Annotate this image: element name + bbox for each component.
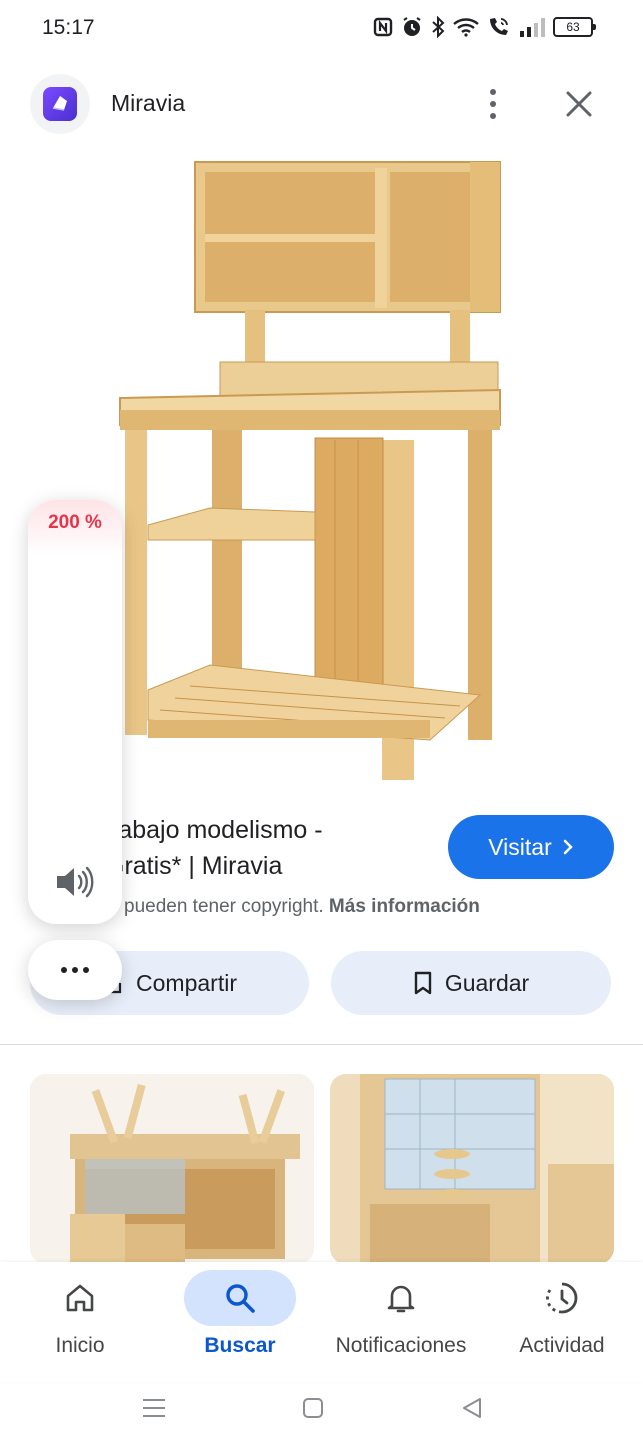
copyright-notice: pueden tener copyright. Más información <box>124 896 480 918</box>
result-title-line1: rabajo modelismo - <box>110 816 323 844</box>
bookmark-icon <box>414 971 432 995</box>
related-image-1[interactable] <box>30 1074 314 1264</box>
more-horiz-icon <box>61 967 67 973</box>
nfc-icon <box>373 17 393 37</box>
nav-item-notificaciones[interactable]: Notificaciones <box>321 1262 481 1382</box>
bluetooth-icon <box>431 16 445 38</box>
volume-more-button[interactable] <box>28 940 122 1000</box>
save-label: Guardar <box>444 969 530 996</box>
copyright-text: pueden tener copyright. <box>124 896 324 917</box>
miravia-logo-icon[interactable] <box>30 74 90 134</box>
alarm-icon <box>401 16 423 38</box>
triangle-back-icon <box>463 1398 481 1418</box>
wifi-call-icon <box>487 16 511 38</box>
related-image-2[interactable] <box>330 1074 614 1264</box>
app-header: Miravia <box>0 70 643 138</box>
visit-button[interactable]: Visitar <box>448 815 614 879</box>
status-icons: 63 <box>373 16 596 38</box>
app-title: Miravia <box>111 90 186 116</box>
product-image[interactable] <box>100 150 540 790</box>
close-icon <box>566 91 592 117</box>
nav-label-buscar: Buscar <box>204 1334 276 1357</box>
recent-apps-button[interactable] <box>134 1388 174 1428</box>
menu-icon <box>143 1399 165 1417</box>
result-title-line2: Gratis* | Miravia <box>105 852 283 880</box>
nav-item-inicio[interactable]: Inicio <box>0 1262 160 1382</box>
square-icon <box>303 1398 323 1418</box>
nav-item-buscar[interactable]: Buscar <box>160 1262 320 1382</box>
close-button[interactable] <box>560 84 598 124</box>
system-nav-bar <box>0 1382 643 1440</box>
nav-label-notificaciones: Notificaciones <box>335 1334 467 1357</box>
volume-level: 200 % <box>48 512 102 533</box>
status-bar: 15:17 63 <box>0 0 643 58</box>
nav-label-actividad: Actividad <box>519 1334 605 1357</box>
chevron-right-icon <box>563 839 573 855</box>
activity-icon <box>546 1282 578 1314</box>
bottom-nav: Inicio Buscar Notificaciones Actividad <box>0 1262 643 1382</box>
wifi-icon <box>453 17 479 37</box>
visit-button-label: Visitar <box>488 833 552 860</box>
back-button[interactable] <box>452 1388 492 1428</box>
more-options-button[interactable] <box>478 84 508 124</box>
volume-panel[interactable]: 200 % <box>28 500 122 924</box>
nav-label-inicio: Inicio <box>55 1334 105 1357</box>
home-icon <box>66 1284 94 1312</box>
speaker-icon[interactable] <box>54 864 96 900</box>
save-button[interactable]: Guardar <box>331 951 611 1015</box>
more-info-link[interactable]: Más información <box>329 896 480 917</box>
share-label: Compartir <box>136 969 237 996</box>
search-icon <box>226 1284 255 1313</box>
bell-icon <box>387 1285 415 1313</box>
home-button[interactable] <box>293 1388 333 1428</box>
nav-item-actividad[interactable]: Actividad <box>482 1262 642 1382</box>
more-vert-icon <box>490 89 496 95</box>
status-time: 15:17 <box>42 16 95 39</box>
divider <box>0 1044 643 1045</box>
signal-icon <box>519 17 545 37</box>
battery-indicator: 63 <box>553 17 596 37</box>
result-title[interactable]: rabajo modelismo - Gratis* | Miravia <box>105 812 425 884</box>
